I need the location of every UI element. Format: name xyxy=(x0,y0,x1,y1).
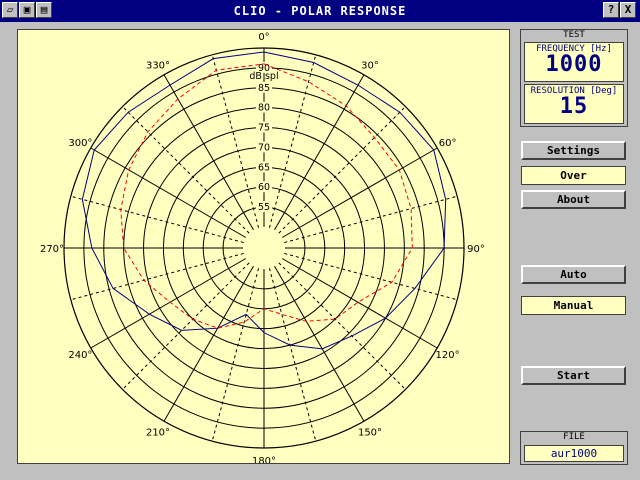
polar-chart: 0° 30° 60° 90° 120° 150° 180° 210° 240° 270° 300° 3… xyxy=(40,32,485,467)
angle-label: 300° xyxy=(68,138,92,149)
test-panel: TEST FREQUENCY [Hz] 1000 RESOLUTION [Deg… xyxy=(520,29,628,127)
about-button[interactable]: About xyxy=(521,190,626,209)
start-button[interactable]: Start xyxy=(521,366,626,385)
polar-spoke xyxy=(278,106,406,234)
over-button[interactable]: Over xyxy=(521,166,626,185)
angle-label: 270° xyxy=(40,244,64,255)
angle-label: 180° xyxy=(252,456,276,463)
angle-label: 30° xyxy=(361,60,379,71)
angle-label: 0° xyxy=(258,32,269,43)
polar-spoke xyxy=(284,252,458,301)
file-panel: FILE aur1000 xyxy=(520,431,628,465)
radial-tick-label: 70 xyxy=(258,142,270,153)
polar-spoke xyxy=(268,268,317,442)
manual-button[interactable]: Manual xyxy=(521,296,626,315)
angle-label: 90° xyxy=(467,244,485,255)
angle-label: 330° xyxy=(146,60,170,71)
resolution-display: RESOLUTION [Deg] 15 xyxy=(524,84,624,124)
auto-button[interactable]: Auto xyxy=(521,265,626,284)
window-title: CLIO - POLAR RESPONSE xyxy=(233,4,407,18)
frequency-value: 1000 xyxy=(545,52,603,77)
angle-label: 60° xyxy=(439,138,457,149)
help-button[interactable]: ? xyxy=(603,2,619,18)
polar-spoke xyxy=(278,262,406,390)
settings-button[interactable]: Settings xyxy=(521,141,626,160)
close-button[interactable]: X xyxy=(620,2,636,18)
angle-label: 120° xyxy=(436,350,460,361)
polar-spoke xyxy=(211,268,260,442)
angle-label: 150° xyxy=(358,428,382,439)
unit-label: dB spl xyxy=(249,71,278,82)
test-header: TEST xyxy=(563,30,585,40)
polar-spoke xyxy=(122,106,250,234)
polar-spoke xyxy=(122,262,250,390)
radial-tick-label: 75 xyxy=(258,123,270,134)
angle-label: 210° xyxy=(146,428,170,439)
radial-tick-label: 55 xyxy=(258,202,270,213)
angle-label: 240° xyxy=(68,350,92,361)
polar-spoke xyxy=(284,195,458,244)
file-name-field[interactable]: aur1000 xyxy=(524,445,624,462)
radial-tick-label: 85 xyxy=(258,83,270,94)
title-bar: ▱ ▣ ▤ CLIO - POLAR RESPONSE ? X xyxy=(0,0,640,22)
resolution-value: 15 xyxy=(559,94,589,119)
radial-tick-label: 80 xyxy=(258,103,270,114)
frequency-display: FREQUENCY [Hz] 1000 xyxy=(524,42,624,82)
file-header: FILE xyxy=(563,432,585,442)
radial-tick-label: 60 xyxy=(258,182,270,193)
polar-spoke xyxy=(70,195,244,244)
radial-tick-label: 65 xyxy=(258,162,270,173)
polar-spoke xyxy=(70,252,244,301)
polar-plot-area: 0° 30° 60° 90° 120° 150° 180° 210° 240° 270° 300° 3… xyxy=(17,29,510,467)
